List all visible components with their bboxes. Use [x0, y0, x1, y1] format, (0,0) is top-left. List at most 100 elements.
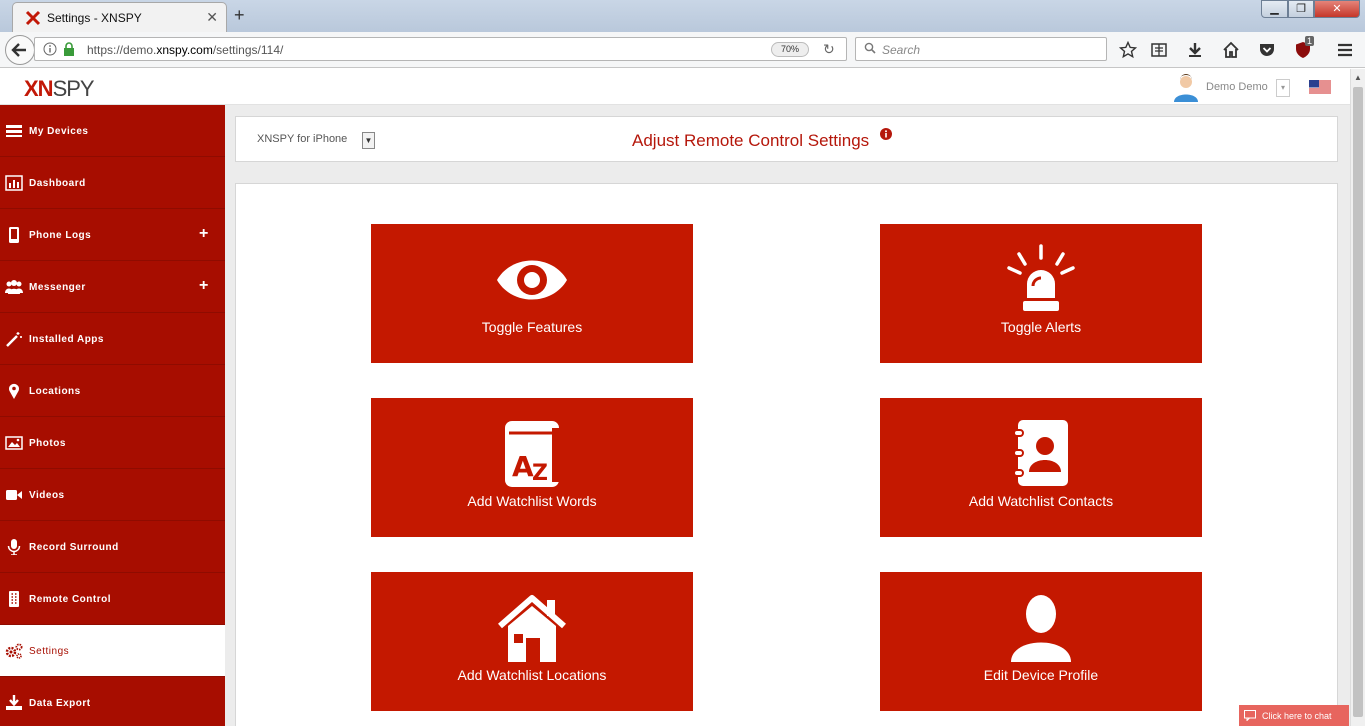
search-placeholder: Search — [882, 43, 921, 57]
microphone-icon — [7, 539, 21, 555]
add-watchlist-locations-tile[interactable]: Add Watchlist Locations — [371, 572, 693, 711]
chat-label: Click here to chat — [1262, 711, 1332, 721]
sidebar-item-videos[interactable]: Videos — [0, 469, 225, 521]
sidebar-item-label: Data Export — [29, 698, 91, 709]
toggle-features-tile[interactable]: Toggle Features — [371, 224, 693, 363]
live-chat-button[interactable]: Click here to chat — [1239, 705, 1349, 726]
tile-label: Toggle Features — [481, 319, 583, 335]
person-icon — [1011, 595, 1071, 662]
new-tab-button[interactable]: + — [234, 5, 245, 26]
sidebar-item-dashboard[interactable]: Dashboard — [0, 157, 225, 209]
add-watchlist-words-tile[interactable]: A Z Add Watchlist Words — [371, 398, 693, 537]
sidebar-item-installed-apps[interactable]: Installed Apps — [0, 313, 225, 365]
bookmark-star-icon[interactable] — [1119, 41, 1137, 59]
devices-icon — [6, 125, 22, 137]
hamburger-menu-icon[interactable] — [1336, 41, 1354, 59]
siren-icon — [1007, 244, 1075, 311]
sidebar-item-label: Dashboard — [29, 178, 86, 189]
sidebar-item-my-devices[interactable]: My Devices — [0, 105, 225, 157]
tab-title: Settings - XNSPY — [47, 11, 142, 25]
url-bar[interactable]: https://demo.xnspy.com/settings/114/ 70%… — [34, 37, 847, 61]
svg-text:A: A — [512, 450, 534, 483]
tile-label: Add Watchlist Words — [467, 493, 597, 509]
address-book-icon — [1013, 420, 1068, 486]
back-button[interactable] — [5, 35, 35, 65]
device-select-dropdown-icon[interactable]: ▼ — [362, 132, 375, 149]
download-arrow-icon[interactable] — [1186, 41, 1204, 59]
settings-tiles-panel: Toggle Features Toggle Alerts A Z Add Wa… — [235, 183, 1338, 726]
svg-text:Z: Z — [532, 461, 548, 486]
sidebar-item-data-export[interactable]: Data Export — [0, 677, 225, 726]
sidebar-item-label: Settings — [29, 646, 70, 657]
edit-device-profile-tile[interactable]: Edit Device Profile — [880, 572, 1202, 711]
user-dropdown-chevron-icon[interactable]: ▾ — [1276, 79, 1290, 97]
sidebar-item-phone-logs[interactable]: Phone Logs + — [0, 209, 225, 261]
url-domain: xnspy.com — [156, 43, 213, 57]
house-icon — [498, 595, 566, 662]
info-circle-icon[interactable] — [880, 128, 892, 140]
info-icon[interactable] — [43, 42, 57, 56]
reading-list-icon[interactable] — [1150, 41, 1168, 59]
url-path: /settings/114/ — [212, 43, 284, 57]
tab-close-icon[interactable]: ✕ — [206, 9, 218, 26]
gears-icon — [5, 643, 23, 659]
window-close-button[interactable]: ✕ — [1314, 0, 1360, 18]
sidebar-item-remote-control[interactable]: Remote Control — [0, 573, 225, 625]
settings-header-panel: XNSPY for iPhone ▼ Adjust Remote Control… — [235, 116, 1338, 162]
search-icon — [864, 42, 876, 54]
url-text[interactable]: https://demo.xnspy.com/settings/114/ — [87, 43, 283, 57]
image-icon — [5, 436, 23, 450]
sidebar-item-locations[interactable]: Locations — [0, 365, 225, 417]
toggle-alerts-tile[interactable]: Toggle Alerts — [880, 224, 1202, 363]
tile-label: Add Watchlist Contacts — [968, 493, 1114, 509]
sidebar-item-label: Photos — [29, 438, 66, 449]
back-arrow-icon — [11, 43, 26, 57]
xnspy-favicon-icon — [25, 10, 41, 26]
device-select-value[interactable]: XNSPY for iPhone — [257, 133, 347, 145]
download-icon — [6, 695, 22, 710]
scrollbar-thumb[interactable] — [1353, 87, 1363, 717]
add-watchlist-contacts-tile[interactable]: Add Watchlist Contacts — [880, 398, 1202, 537]
phone-icon — [9, 227, 19, 243]
map-pin-icon — [9, 383, 19, 399]
logo-spy: SPY — [52, 76, 95, 101]
xnspy-logo[interactable]: XNSPY — [24, 76, 95, 102]
browser-tab-bar: Settings - XNSPY ✕ + ▁ ❐ ✕ — [0, 0, 1365, 32]
page-scrollbar[interactable]: ▲ — [1350, 69, 1365, 726]
home-icon[interactable] — [1222, 41, 1240, 59]
tile-label: Edit Device Profile — [983, 667, 1099, 683]
users-icon — [5, 280, 23, 294]
tile-label: Toggle Alerts — [1000, 319, 1082, 335]
sidebar-item-record-surround[interactable]: Record Surround — [0, 521, 225, 573]
expand-plus-icon[interactable]: + — [199, 225, 208, 243]
us-flag-icon[interactable] — [1309, 80, 1331, 94]
eye-icon — [497, 260, 567, 300]
user-name[interactable]: Demo Demo — [1206, 81, 1268, 93]
sidebar-item-label: Phone Logs — [29, 230, 92, 241]
user-avatar-icon[interactable] — [1173, 74, 1199, 102]
dashboard-icon — [5, 175, 23, 191]
sidebar-nav: My Devices Dashboard Phone Logs + Messen… — [0, 105, 225, 726]
window-minimize-button[interactable]: ▁ — [1261, 0, 1288, 18]
sidebar-item-label: Messenger — [29, 282, 86, 293]
sidebar-item-label: Remote Control — [29, 594, 111, 605]
sidebar-item-label: Locations — [29, 386, 81, 397]
dictionary-az-icon: A Z — [505, 421, 559, 487]
expand-plus-icon[interactable]: + — [199, 277, 208, 295]
sidebar-item-messenger[interactable]: Messenger + — [0, 261, 225, 313]
browser-tab[interactable]: Settings - XNSPY ✕ — [12, 2, 227, 32]
search-bar[interactable]: Search — [855, 37, 1107, 61]
page-title: Adjust Remote Control Settings — [632, 131, 870, 150]
sidebar-item-label: Record Surround — [29, 542, 119, 553]
reload-icon[interactable]: ↻ — [823, 41, 835, 58]
remote-icon — [9, 591, 19, 607]
pocket-icon[interactable] — [1258, 41, 1276, 59]
sidebar-item-photos[interactable]: Photos — [0, 417, 225, 469]
sidebar-item-settings[interactable]: Settings — [0, 625, 225, 677]
window-maximize-button[interactable]: ❐ — [1288, 0, 1314, 18]
sidebar-item-label: My Devices — [29, 126, 89, 137]
chat-bubble-icon — [1244, 710, 1256, 721]
zoom-level-badge[interactable]: 70% — [771, 42, 809, 57]
video-camera-icon — [6, 490, 22, 500]
scroll-up-arrow-icon[interactable]: ▲ — [1354, 73, 1362, 82]
